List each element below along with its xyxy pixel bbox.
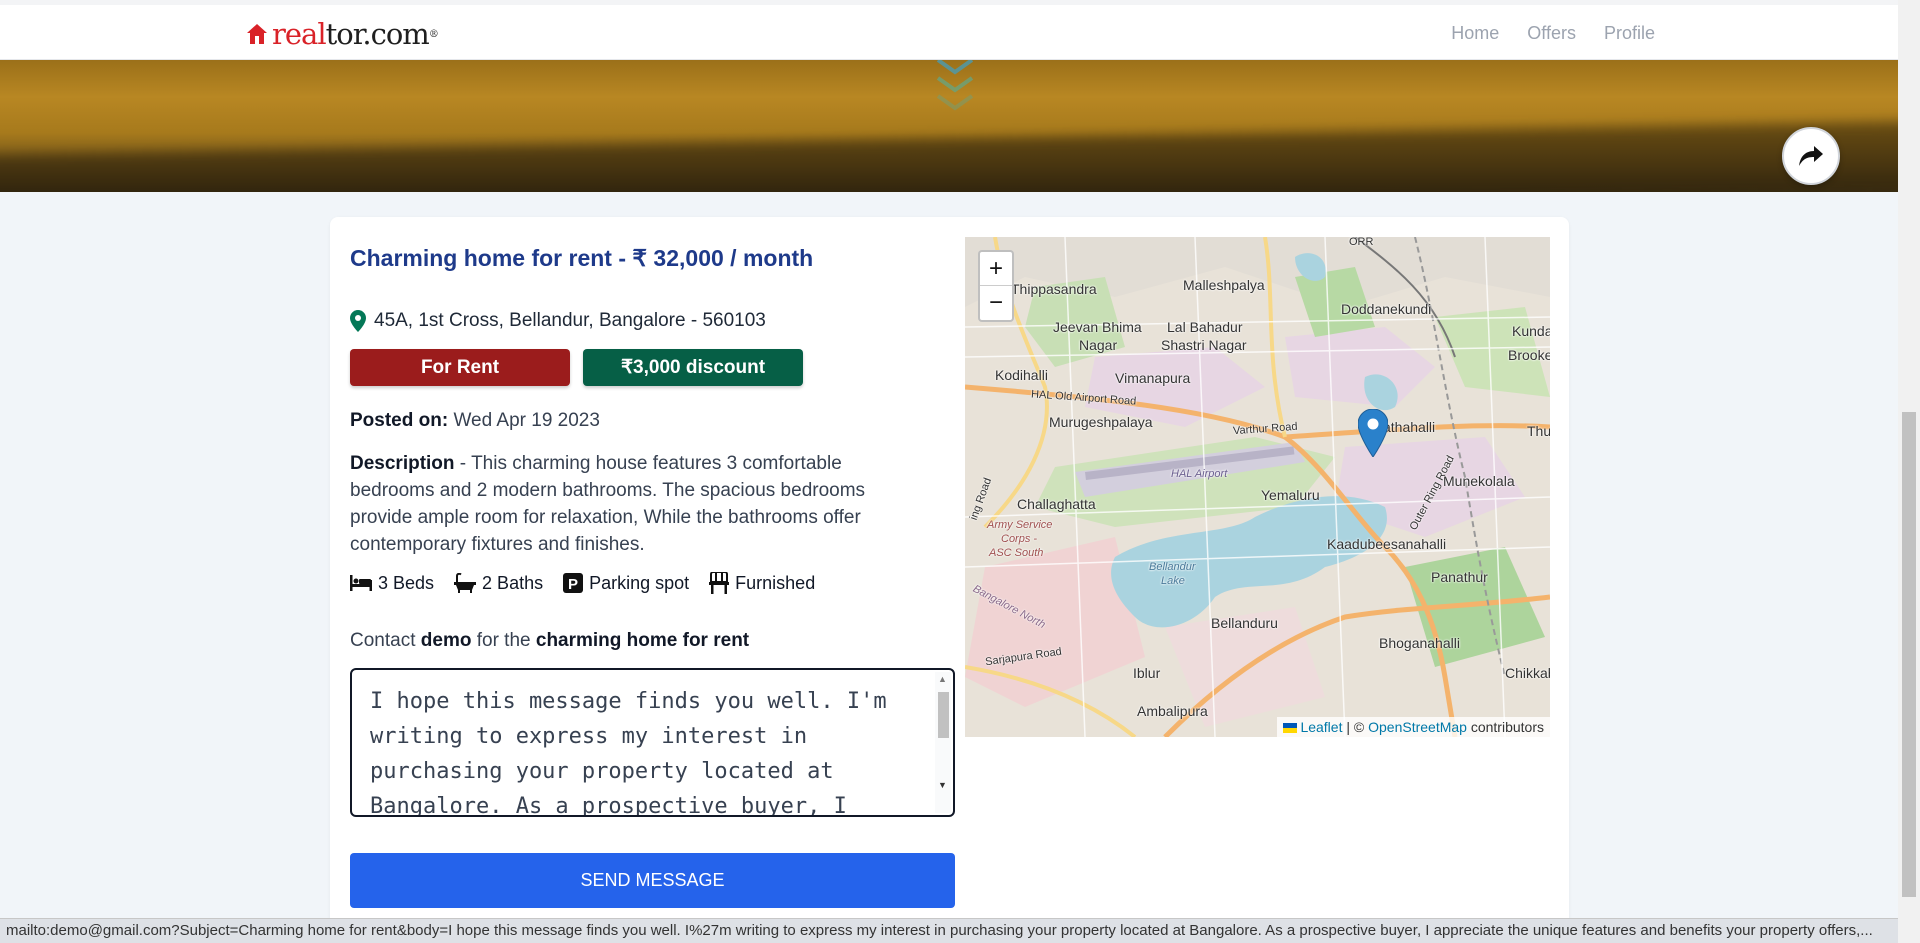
map-label-chikkab: Chikkab xyxy=(1505,665,1550,681)
logo-text-dark: tor.com xyxy=(325,17,430,51)
map-label-challaghatta: Challaghatta xyxy=(1017,496,1096,512)
nav-home[interactable]: Home xyxy=(1451,23,1499,44)
map-label-athahalli: athahalli xyxy=(1383,419,1436,435)
map-zoom-control: + − xyxy=(978,250,1014,322)
feature-list: 3 Beds 2 Baths P Parking spot Furnished xyxy=(350,572,815,594)
page-scrollbar[interactable] xyxy=(1898,0,1920,943)
map-label-murugeshpalaya: Murugeshpalaya xyxy=(1049,414,1153,430)
location-map[interactable]: + − ORR Thippasandra Malleshpalya Doddan… xyxy=(965,237,1550,737)
message-scrollbar[interactable]: ▲ ▼ xyxy=(935,672,951,813)
map-label-jeevan-bhima: Jeevan Bhima xyxy=(1053,319,1142,335)
site-header: real tor.com ® Home Offers Profile xyxy=(0,5,1898,60)
feature-parking: P Parking spot xyxy=(563,572,689,594)
map-label-vimanapura: Vimanapura xyxy=(1115,370,1191,386)
map-label-bellandur-lake-2: Lake xyxy=(1161,575,1185,587)
hero-shadow xyxy=(0,120,1898,192)
map-label-bellandur-lake-1: Bellandur xyxy=(1149,561,1196,573)
feature-beds-label: 3 Beds xyxy=(378,572,435,593)
map-label-iblur: Iblur xyxy=(1133,665,1161,681)
listing-title: Charming home for rent - ₹ 32,000 / mont… xyxy=(350,245,814,271)
contact-heading: Contact demo for the charming home for r… xyxy=(350,630,749,652)
map-label-lal-bahadur: Lal Bahadur xyxy=(1167,319,1243,335)
map-label-bhoganahalli: Bhoganahalli xyxy=(1379,635,1460,651)
contact-middle: for the xyxy=(471,630,536,651)
chair-icon xyxy=(709,572,730,594)
contact-name: demo xyxy=(420,630,472,651)
map-label-kaadubeesanahalli: Kaadubeesanahalli xyxy=(1327,536,1447,552)
listing-address: 45A, 1st Cross, Bellandur, Bangalore - 5… xyxy=(350,310,766,332)
feature-parking-label: Parking spot xyxy=(589,572,690,593)
map-label-kodihalli: Kodihalli xyxy=(995,367,1048,383)
map-label-ambalipura: Ambalipura xyxy=(1137,703,1208,719)
map-label-thippasandra: Thippasandra xyxy=(1011,281,1097,297)
zoom-out-button[interactable]: − xyxy=(980,286,1012,320)
contact-prefix: Contact xyxy=(350,630,421,651)
map-label-munekolala: Munekolala xyxy=(1443,473,1515,489)
posted-value: Wed Apr 19 2023 xyxy=(453,410,600,431)
realtor-logo[interactable]: real tor.com ® xyxy=(245,17,439,51)
map-label-doddanekundi: Doddanekundi xyxy=(1341,301,1432,317)
zoom-in-button[interactable]: + xyxy=(980,252,1012,286)
map-label-panathur: Panathur xyxy=(1431,569,1488,585)
discount-badge: ₹3,000 discount xyxy=(583,349,803,386)
map-label-shastri-nagar: Shastri Nagar xyxy=(1161,337,1247,353)
share-button[interactable] xyxy=(1782,127,1840,185)
map-label-hal-airport: HAL Airport xyxy=(1171,468,1228,480)
svg-text:P: P xyxy=(568,576,578,593)
scroll-down-arrow-icon[interactable]: ▼ xyxy=(938,780,947,790)
description: Description - This charming house featur… xyxy=(350,450,930,558)
attribution-separator: | © xyxy=(1342,719,1369,735)
registered-mark-icon: ® xyxy=(428,28,439,40)
scroll-down-chevrons-icon xyxy=(936,60,974,111)
ukraine-flag-icon xyxy=(1283,723,1298,734)
map-label-kunda: Kunda xyxy=(1512,323,1550,339)
share-arrow-icon xyxy=(1799,146,1823,166)
message-scroll-thumb[interactable] xyxy=(938,692,949,738)
posted-date: Posted on: Wed Apr 19 2023 xyxy=(350,410,600,432)
map-label-bellanduru: Bellanduru xyxy=(1211,615,1278,631)
posted-label: Posted on: xyxy=(350,410,449,431)
feature-furnished-label: Furnished xyxy=(735,572,816,593)
map-label-army-2: Corps - xyxy=(1001,533,1038,545)
page-scroll-thumb[interactable] xyxy=(1902,412,1916,897)
description-label: Description xyxy=(350,453,455,474)
map-attribution: Leaflet | © OpenStreetMap contributors xyxy=(1277,717,1550,737)
send-message-button[interactable]: SEND MESSAGE xyxy=(350,853,955,908)
for-rent-badge: For Rent xyxy=(350,349,570,386)
map-marker-icon[interactable] xyxy=(1358,409,1388,457)
map-label-thu: Thu xyxy=(1527,423,1550,439)
map-label-nagar: Nagar xyxy=(1079,337,1118,353)
feature-beds: 3 Beds xyxy=(350,572,434,594)
bed-icon xyxy=(350,575,372,591)
map-label-yemaluru: Yemaluru xyxy=(1261,487,1320,503)
map-label-malleshpalya: Malleshpalya xyxy=(1183,277,1265,293)
message-text: I hope this message finds you well. I'm … xyxy=(370,689,900,817)
scroll-up-arrow-icon[interactable]: ▲ xyxy=(938,674,947,684)
hero-image xyxy=(0,60,1898,192)
address-text: 45A, 1st Cross, Bellandur, Bangalore - 5… xyxy=(374,310,766,331)
map-label-orr: ORR xyxy=(1349,237,1374,248)
feature-baths: 2 Baths xyxy=(454,572,543,594)
map-label-army-1: Army Service xyxy=(987,519,1053,531)
map-label-army-3: ASC South xyxy=(989,547,1044,559)
feature-furnished: Furnished xyxy=(709,572,815,594)
nav-profile[interactable]: Profile xyxy=(1604,23,1655,44)
leaflet-link[interactable]: Leaflet xyxy=(1300,719,1342,735)
browser-status-bar: mailto:demo@gmail.com?Subject=Charming h… xyxy=(0,918,1898,943)
parking-icon: P xyxy=(563,573,584,593)
bathtub-icon xyxy=(454,573,477,593)
house-logo-icon xyxy=(247,24,267,44)
logo-text-red: real xyxy=(272,17,327,51)
location-pin-icon xyxy=(350,310,366,332)
map-label-brooke: Brooke xyxy=(1508,347,1550,363)
nav-offers[interactable]: Offers xyxy=(1527,23,1576,44)
message-textarea[interactable]: I hope this message finds you well. I'm … xyxy=(350,668,955,817)
main-nav: Home Offers Profile xyxy=(1451,23,1655,44)
feature-baths-label: 2 Baths xyxy=(482,572,544,593)
contact-subject: charming home for rent xyxy=(535,630,750,651)
openstreetmap-link[interactable]: OpenStreetMap xyxy=(1368,719,1467,735)
attribution-suffix: contributors xyxy=(1466,719,1544,735)
